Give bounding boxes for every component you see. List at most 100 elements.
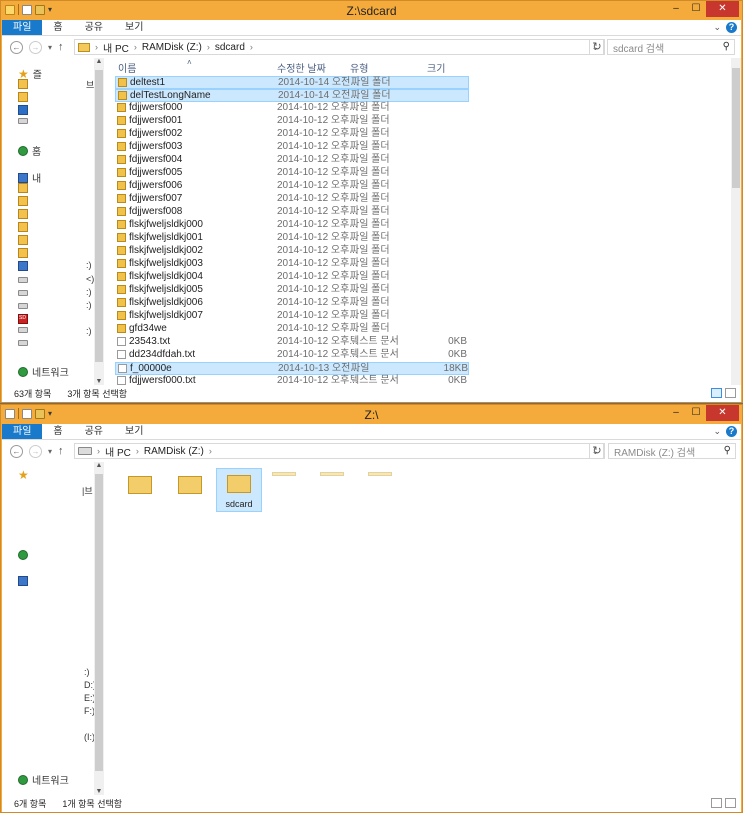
nav-scrollbar[interactable]: ▲ ▼ [94, 58, 104, 385]
chevron-right-icon[interactable]: › [207, 42, 210, 52]
nav-item[interactable] [18, 222, 28, 232]
scroll-up-icon[interactable]: ▲ [94, 462, 104, 469]
nav-item[interactable] [18, 303, 28, 309]
nav-scrollbar[interactable]: ▲ ▼ [94, 462, 104, 795]
file-row[interactable]: fdjjwersf006 2014-10-12 오후... 파일 폴더 [115, 180, 469, 193]
refresh-button[interactable]: ↻ [589, 443, 605, 459]
chevron-right-icon[interactable]: › [250, 42, 253, 52]
file-row[interactable]: flskjfweljsldkj005 2014-10-12 오후... 파일 폴더 [115, 284, 469, 297]
nav-this-pc[interactable] [18, 576, 28, 586]
recent-dropdown-icon[interactable]: ▾ [48, 447, 52, 456]
file-row[interactable]: fdjjwersf004 2014-10-12 오후... 파일 폴더 [115, 154, 469, 167]
file-row[interactable]: fdjjwersf002 2014-10-12 오후... 파일 폴더 [115, 128, 469, 141]
address-bar[interactable]: › 내 PC › RAMDisk (Z:) › ⌄ [74, 443, 604, 459]
file-row[interactable]: flskjfweljsldkj001 2014-10-12 오후... 파일 폴더 [115, 232, 469, 245]
file-row[interactable]: dd234dfdah.txt 2014-10-12 오후... 텍스트 문서 0KB [115, 349, 469, 362]
file-row[interactable]: fdjjwersf005 2014-10-12 오후... 파일 폴더 [115, 167, 469, 180]
nav-homegroup[interactable]: 홈 [18, 143, 41, 158]
scroll-thumb[interactable] [95, 70, 103, 362]
file-row[interactable]: deltest1 2014-10-14 오전... 파일 폴더 [115, 76, 469, 89]
nav-item[interactable] [18, 340, 28, 346]
nav-item[interactable] [18, 327, 28, 333]
chevron-right-icon[interactable]: › [95, 42, 98, 52]
refresh-button[interactable]: ↻ [589, 39, 605, 55]
close-button[interactable]: ✕ [706, 405, 739, 421]
help-icon[interactable]: ? [726, 22, 737, 33]
chevron-right-icon[interactable]: › [136, 446, 139, 456]
file-row[interactable]: flskjfweljsldkj006 2014-10-12 오후... 파일 폴더 [115, 297, 469, 310]
folder-tile[interactable] [310, 470, 354, 510]
tab-file[interactable]: 파일 [2, 424, 43, 439]
chevron-right-icon[interactable]: › [97, 446, 100, 456]
breadcrumb-item[interactable]: 내 PC [105, 444, 131, 459]
maximize-button[interactable]: ☐ [686, 405, 706, 421]
breadcrumb-item[interactable]: 내 PC [103, 40, 129, 55]
back-button[interactable]: ← [10, 40, 23, 54]
nav-item[interactable] [18, 183, 28, 193]
nav-item[interactable] [18, 248, 28, 258]
search-input[interactable]: sdcard 검색 ⚲ [607, 39, 735, 55]
file-row[interactable]: f_00000e 2014-10-13 오전... 파일 18KB [115, 362, 469, 375]
scroll-up-icon[interactable]: ▲ [94, 58, 104, 65]
scroll-down-icon[interactable]: ▼ [94, 378, 104, 385]
nav-homegroup[interactable] [18, 550, 28, 560]
folder-tile[interactable] [118, 470, 162, 510]
nav-item[interactable] [18, 277, 28, 283]
tab-home[interactable]: 홈 [42, 20, 73, 35]
column-size[interactable]: 크기 [427, 60, 445, 75]
scroll-thumb[interactable] [95, 474, 103, 771]
expand-ribbon-icon[interactable]: ⌄ [713, 426, 721, 437]
list-scrollbar[interactable] [731, 58, 741, 385]
chevron-right-icon[interactable]: › [134, 42, 137, 52]
file-row[interactable]: fdjjwersf008 2014-10-12 오후... 파일 폴더 [115, 206, 469, 219]
nav-item[interactable] [18, 261, 28, 271]
column-date[interactable]: 수정한 날짜 [277, 60, 326, 75]
folder-tile[interactable] [168, 470, 212, 510]
file-row[interactable]: fdjjwersf003 2014-10-12 오후... 파일 폴더 [115, 141, 469, 154]
file-row[interactable]: fdjjwersf001 2014-10-12 오후... 파일 폴더 [115, 115, 469, 128]
nav-network[interactable]: 네트워크 [18, 772, 69, 787]
help-icon[interactable]: ? [726, 426, 737, 437]
breadcrumb-item[interactable]: RAMDisk (Z:) [142, 42, 202, 53]
folder-tile[interactable] [262, 470, 306, 510]
large-icons-view-icon[interactable] [725, 798, 736, 808]
breadcrumb-item[interactable]: RAMDisk (Z:) [144, 446, 204, 457]
recent-dropdown-icon[interactable]: ▾ [48, 43, 52, 52]
folder-tile[interactable]: sdcard [216, 468, 262, 512]
expand-ribbon-icon[interactable]: ⌄ [713, 22, 721, 33]
close-button[interactable]: ✕ [706, 1, 739, 17]
search-icon[interactable]: ⚲ [724, 445, 731, 456]
details-view-icon[interactable] [711, 388, 722, 398]
minimize-button[interactable]: ‒ [666, 405, 686, 421]
maximize-button[interactable]: ☐ [686, 1, 706, 17]
tab-view[interactable]: 보기 [114, 20, 154, 35]
nav-network[interactable]: 네트워크 [18, 364, 69, 379]
nav-item[interactable] [18, 290, 28, 296]
nav-item[interactable] [18, 196, 28, 206]
nav-item[interactable] [18, 118, 28, 124]
search-input[interactable]: RAMDisk (Z:) 검색 ⚲ [608, 443, 736, 459]
tab-share[interactable]: 공유 [74, 424, 114, 439]
forward-button[interactable]: → [29, 444, 42, 458]
chevron-right-icon[interactable]: › [209, 446, 212, 456]
file-row[interactable]: gfd34we 2014-10-12 오후... 파일 폴더 [115, 323, 469, 336]
minimize-button[interactable]: ‒ [666, 1, 686, 17]
scroll-down-icon[interactable]: ▼ [94, 788, 104, 795]
nav-item[interactable] [18, 105, 28, 115]
column-name[interactable]: 이름 [118, 60, 136, 75]
nav-item[interactable] [18, 235, 28, 245]
nav-item[interactable] [18, 92, 28, 102]
file-row[interactable]: flskjfweljsldkj007 2014-10-12 오후... 파일 폴더 [115, 310, 469, 323]
nav-item[interactable] [18, 209, 28, 219]
forward-button[interactable]: → [29, 40, 42, 54]
file-row[interactable]: fdjjwersf007 2014-10-12 오후... 파일 폴더 [115, 193, 469, 206]
file-row[interactable]: delTestLongName 2014-10-14 오전... 파일 폴더 [115, 89, 469, 102]
folder-tile[interactable] [358, 470, 402, 510]
details-view-icon[interactable] [711, 798, 722, 808]
file-row[interactable]: flskjfweljsldkj000 2014-10-12 오후... 파일 폴더 [115, 219, 469, 232]
up-button[interactable]: ↑ [58, 41, 64, 53]
tab-file[interactable]: 파일 [2, 20, 43, 35]
tab-home[interactable]: 홈 [42, 424, 73, 439]
nav-item[interactable]: SD [18, 314, 28, 324]
file-row[interactable]: 23543.txt 2014-10-12 오후... 텍스트 문서 0KB [115, 336, 469, 349]
